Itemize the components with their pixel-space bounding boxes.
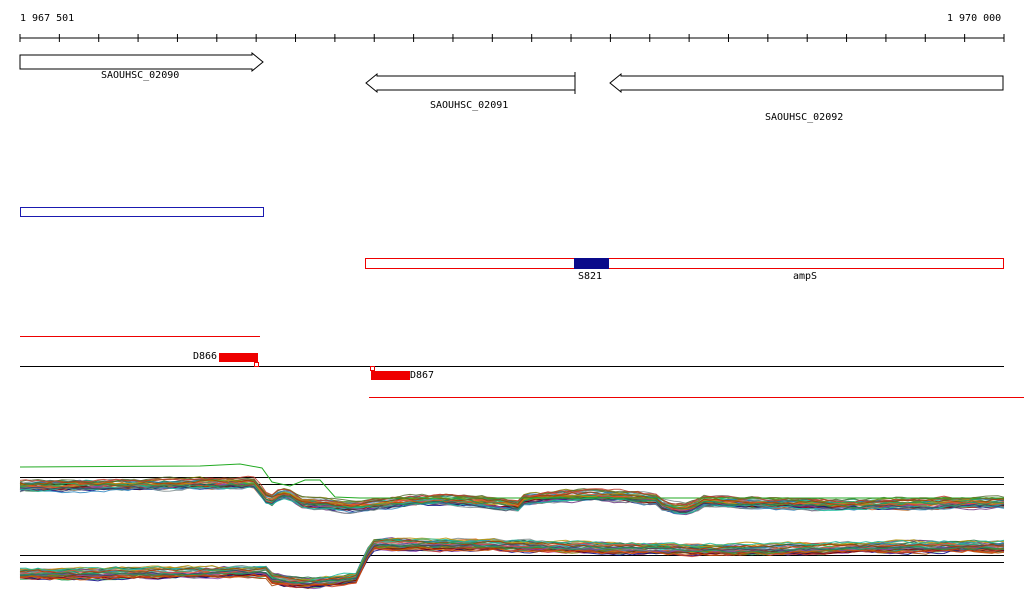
feature-label-amps: ampS [793, 271, 818, 282]
gene-label-saouhsc-02091[interactable]: SAOUHSC_02091 [430, 100, 508, 112]
coordinate-ruler [19, 34, 1005, 42]
gene-arrow-saouhsc-02091[interactable] [365, 72, 576, 94]
expression-traces [19, 537, 1005, 590]
gene-label-saouhsc-02090[interactable]: SAOUHSC_02090 [101, 70, 179, 82]
expression-track-1 [19, 463, 1005, 516]
ruler-start-label: 1 967 501 [20, 13, 75, 24]
expression-track-2 [19, 537, 1005, 590]
segment-d867-start [370, 366, 375, 371]
feature-region-ampS[interactable] [365, 258, 1004, 269]
segment-d866-end [254, 362, 259, 367]
expression-traces [19, 463, 1005, 516]
segment-d867[interactable] [371, 371, 410, 380]
gene-arrow-saouhsc-02090[interactable] [19, 51, 264, 73]
feature-box-s821[interactable] [574, 258, 609, 269]
ruler-end-label: 1 970 000 [947, 13, 1002, 24]
segment-track [20, 336, 1024, 398]
segment-label-d867: D867 [410, 370, 435, 381]
feature-region-blue[interactable] [20, 207, 264, 217]
gene-label-saouhsc-02092[interactable]: SAOUHSC_02092 [765, 112, 843, 124]
genome-browser-canvas[interactable] [0, 0, 1024, 611]
feature-label-s821: S821 [578, 271, 603, 282]
feature-track [20, 207, 1004, 269]
segment-label-d866: D866 [193, 351, 218, 362]
gene-arrow-saouhsc-02092[interactable] [609, 72, 1004, 94]
expression-trace-outlier [19, 463, 1004, 499]
segment-d866[interactable] [219, 353, 258, 362]
